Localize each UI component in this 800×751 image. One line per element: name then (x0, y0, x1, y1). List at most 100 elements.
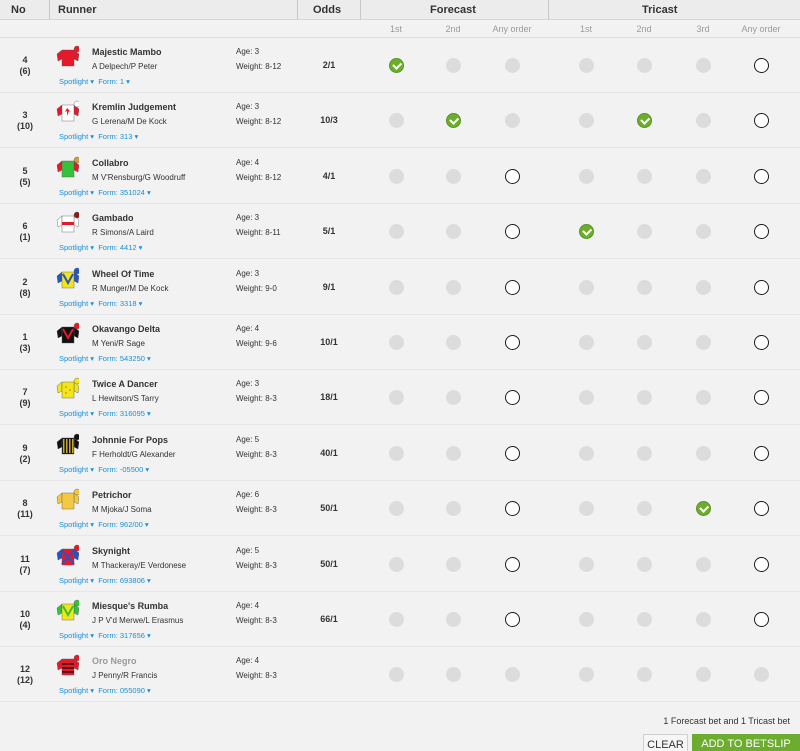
select-forecast-1st[interactable] (388, 667, 404, 683)
select-forecast-1st[interactable] (388, 58, 404, 73)
select-tricast-any[interactable] (753, 556, 769, 572)
form-toggle[interactable]: Form: 1 ▾ (98, 77, 130, 86)
select-tricast-2nd[interactable] (636, 113, 652, 129)
select-forecast-any[interactable] (504, 224, 520, 240)
clear-button[interactable]: CLEAR (643, 734, 688, 751)
select-forecast-any[interactable] (504, 667, 520, 683)
select-tricast-2nd[interactable] (636, 224, 652, 240)
runner-name[interactable]: Skynight (92, 546, 130, 556)
select-tricast-any[interactable] (753, 224, 769, 240)
select-forecast-any[interactable] (504, 58, 520, 73)
select-tricast-2nd[interactable] (636, 612, 652, 627)
select-forecast-2nd[interactable] (445, 224, 461, 240)
select-tricast-1st[interactable] (578, 113, 594, 129)
select-tricast-3rd[interactable] (695, 667, 711, 683)
spotlight-toggle[interactable]: Spotlight ▾ (59, 631, 94, 640)
select-tricast-3rd[interactable] (695, 58, 711, 73)
select-tricast-1st[interactable] (578, 501, 594, 517)
form-toggle[interactable]: Form: 3318 ▾ (98, 299, 142, 308)
select-tricast-3rd[interactable] (695, 556, 711, 572)
select-tricast-1st[interactable] (578, 335, 594, 350)
select-tricast-any[interactable] (753, 390, 769, 406)
spotlight-toggle[interactable]: Spotlight ▾ (59, 132, 94, 141)
select-tricast-1st[interactable] (578, 224, 594, 240)
spotlight-toggle[interactable]: Spotlight ▾ (59, 243, 94, 252)
select-tricast-any[interactable] (753, 612, 769, 627)
select-tricast-2nd[interactable] (636, 58, 652, 73)
select-tricast-any[interactable] (753, 113, 769, 129)
select-forecast-1st[interactable] (388, 390, 404, 406)
runner-name[interactable]: Collabro (92, 158, 129, 168)
select-forecast-any[interactable] (504, 501, 520, 517)
select-tricast-2nd[interactable] (636, 168, 652, 184)
select-tricast-any[interactable] (753, 168, 769, 184)
select-forecast-1st[interactable] (388, 445, 404, 461)
select-tricast-2nd[interactable] (636, 279, 652, 295)
select-forecast-any[interactable] (504, 279, 520, 295)
select-forecast-1st[interactable] (388, 113, 404, 129)
spotlight-toggle[interactable]: Spotlight ▾ (59, 77, 94, 86)
spotlight-toggle[interactable]: Spotlight ▾ (59, 299, 94, 308)
runner-name[interactable]: Okavango Delta (92, 324, 160, 334)
select-tricast-1st[interactable] (578, 612, 594, 627)
select-forecast-1st[interactable] (388, 224, 404, 240)
select-tricast-3rd[interactable] (695, 279, 711, 295)
select-forecast-any[interactable] (504, 612, 520, 627)
select-forecast-1st[interactable] (388, 501, 404, 517)
select-forecast-2nd[interactable] (445, 556, 461, 572)
select-tricast-1st[interactable] (578, 279, 594, 295)
form-toggle[interactable]: Form: 962/00 ▾ (98, 520, 148, 529)
select-tricast-3rd[interactable] (695, 335, 711, 350)
select-forecast-2nd[interactable] (445, 501, 461, 517)
select-forecast-2nd[interactable] (445, 445, 461, 461)
select-forecast-1st[interactable] (388, 279, 404, 295)
runner-name[interactable]: Gambado (92, 213, 134, 223)
select-tricast-3rd[interactable] (695, 113, 711, 129)
select-tricast-3rd[interactable] (695, 612, 711, 627)
select-forecast-2nd[interactable] (445, 279, 461, 295)
runner-name[interactable]: Johnnie For Pops (92, 435, 168, 445)
select-forecast-2nd[interactable] (445, 168, 461, 184)
spotlight-toggle[interactable]: Spotlight ▾ (59, 520, 94, 529)
select-forecast-1st[interactable] (388, 612, 404, 627)
select-tricast-3rd[interactable] (695, 445, 711, 461)
select-forecast-any[interactable] (504, 390, 520, 406)
spotlight-toggle[interactable]: Spotlight ▾ (59, 686, 94, 695)
select-tricast-2nd[interactable] (636, 390, 652, 406)
select-forecast-any[interactable] (504, 556, 520, 572)
spotlight-toggle[interactable]: Spotlight ▾ (59, 354, 94, 363)
spotlight-toggle[interactable]: Spotlight ▾ (59, 409, 94, 418)
select-tricast-any[interactable] (753, 501, 769, 517)
select-tricast-3rd[interactable] (695, 224, 711, 240)
select-forecast-any[interactable] (504, 335, 520, 350)
select-tricast-3rd[interactable] (695, 501, 711, 517)
spotlight-toggle[interactable]: Spotlight ▾ (59, 188, 94, 197)
select-forecast-1st[interactable] (388, 335, 404, 350)
form-toggle[interactable]: Form: 351024 ▾ (98, 188, 151, 197)
select-forecast-2nd[interactable] (445, 335, 461, 350)
select-tricast-1st[interactable] (578, 667, 594, 683)
spotlight-toggle[interactable]: Spotlight ▾ (59, 576, 94, 585)
runner-name[interactable]: Wheel Of Time (92, 269, 154, 279)
select-forecast-2nd[interactable] (445, 58, 461, 73)
select-tricast-any[interactable] (753, 667, 769, 683)
select-forecast-any[interactable] (504, 168, 520, 184)
form-toggle[interactable]: Form: 313 ▾ (98, 132, 138, 141)
form-toggle[interactable]: Form: 317656 ▾ (98, 631, 151, 640)
select-tricast-2nd[interactable] (636, 667, 652, 683)
select-forecast-1st[interactable] (388, 168, 404, 184)
spotlight-toggle[interactable]: Spotlight ▾ (59, 465, 94, 474)
select-tricast-1st[interactable] (578, 390, 594, 406)
select-tricast-1st[interactable] (578, 168, 594, 184)
form-toggle[interactable]: Form: 4412 ▾ (98, 243, 142, 252)
runner-name[interactable]: Oro Negro (92, 656, 137, 666)
select-tricast-1st[interactable] (578, 58, 594, 73)
runner-name[interactable]: Twice A Dancer (92, 379, 158, 389)
select-tricast-any[interactable] (753, 279, 769, 295)
add-to-betslip-button[interactable]: ADD TO BETSLIP (692, 734, 800, 751)
select-tricast-2nd[interactable] (636, 335, 652, 350)
select-forecast-2nd[interactable] (445, 612, 461, 627)
select-forecast-2nd[interactable] (445, 667, 461, 683)
form-toggle[interactable]: Form: 316095 ▾ (98, 409, 151, 418)
select-tricast-2nd[interactable] (636, 556, 652, 572)
